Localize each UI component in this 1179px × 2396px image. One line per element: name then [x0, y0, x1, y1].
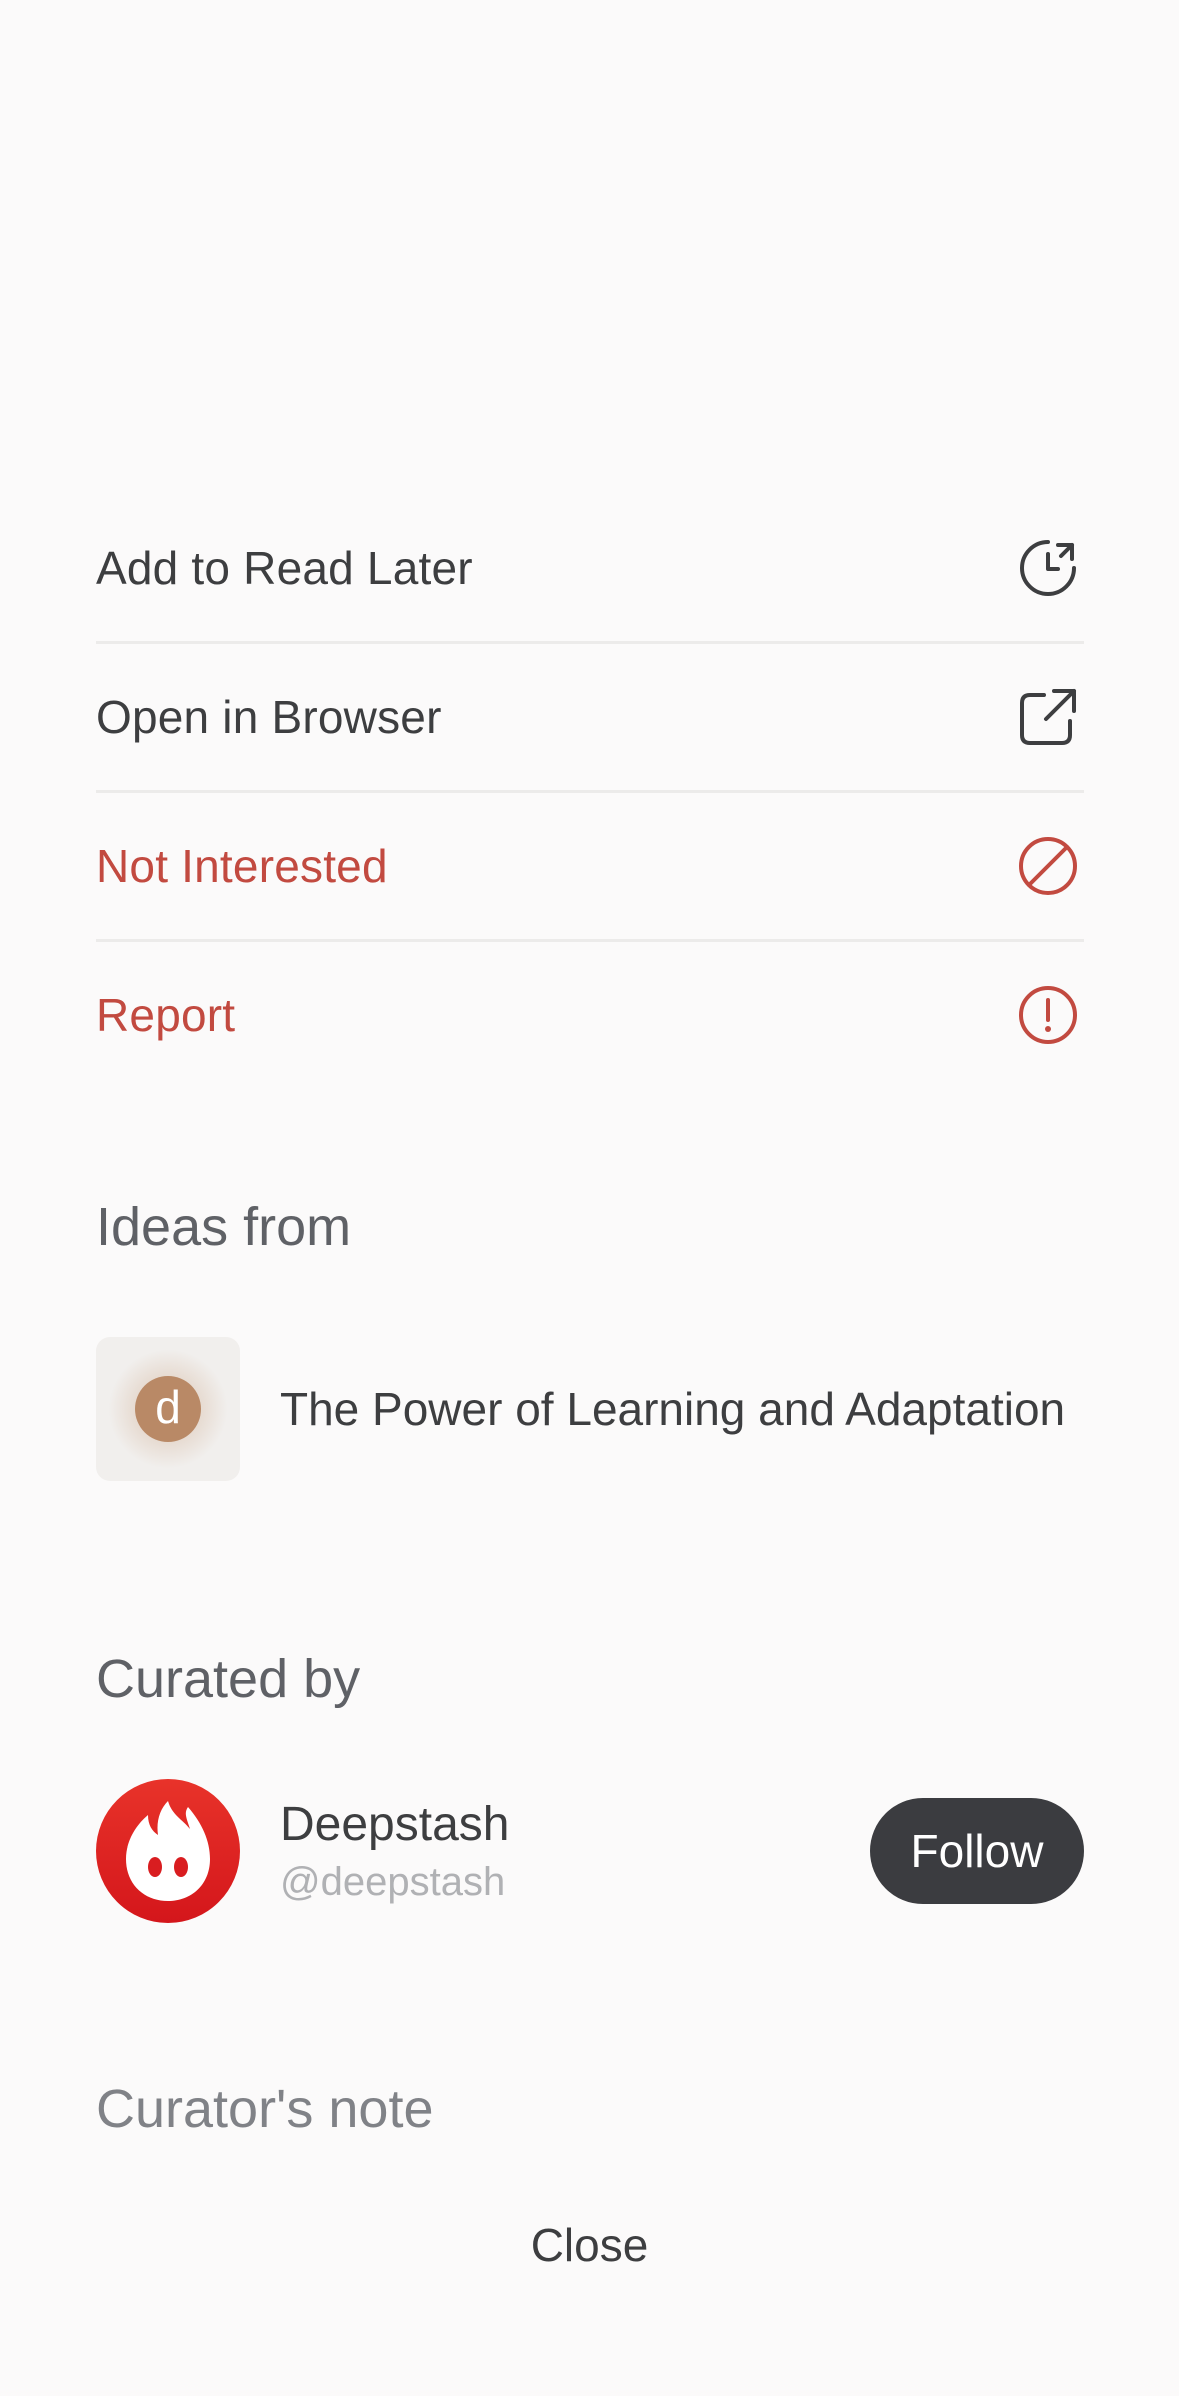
- curators-note-heading: Curator's note: [96, 2079, 434, 2139]
- block-icon: [1019, 837, 1077, 895]
- menu-item-read-later[interactable]: Add to Read Later: [96, 495, 1084, 644]
- source-letter-avatar: d: [135, 1376, 201, 1442]
- menu-item-label: Report: [96, 989, 236, 1041]
- alert-circle-icon: [1019, 986, 1077, 1044]
- curated-by-heading: Curated by: [96, 1649, 361, 1709]
- external-link-icon: [1020, 689, 1076, 745]
- menu-item-open-browser[interactable]: Open in Browser: [96, 644, 1084, 793]
- menu-item-report[interactable]: Report: [96, 942, 1084, 1088]
- source-thumbnail: d: [96, 1337, 240, 1481]
- source-title: The Power of Learning and Adaptation: [280, 1383, 1066, 1435]
- options-sheet: Add to Read Later Open in Browser Not In…: [0, 0, 1179, 2396]
- flame-logo-icon: [126, 1801, 210, 1901]
- curator-avatar[interactable]: [96, 1779, 240, 1923]
- options-menu: Add to Read Later Open in Browser Not In…: [96, 495, 1084, 1088]
- ideas-from-heading: Ideas from: [96, 1197, 352, 1257]
- curator-row: Deepstash @deepstash Follow: [96, 1778, 1084, 1924]
- clock-refresh-icon: [1020, 540, 1076, 596]
- menu-item-label: Open in Browser: [96, 691, 442, 743]
- menu-item-not-interested[interactable]: Not Interested: [96, 793, 1084, 942]
- close-button[interactable]: Close: [0, 2210, 1179, 2280]
- curator-name: Deepstash: [280, 1798, 510, 1851]
- source-item[interactable]: d The Power of Learning and Adaptation: [96, 1336, 1065, 1482]
- curator-info: Deepstash @deepstash: [280, 1797, 870, 1905]
- curator-handle: @deepstash: [280, 1860, 506, 1904]
- follow-button[interactable]: Follow: [870, 1798, 1084, 1904]
- menu-item-label: Not Interested: [96, 840, 388, 892]
- menu-item-label: Add to Read Later: [96, 542, 473, 594]
